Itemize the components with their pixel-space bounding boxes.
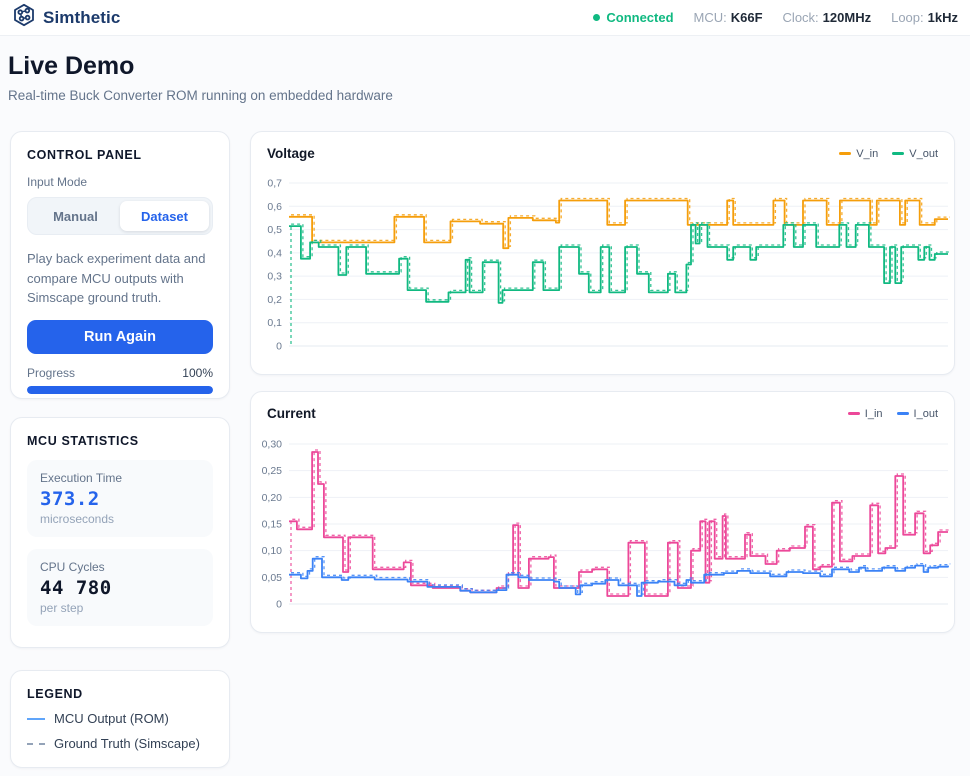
connection-status: Connected — [593, 10, 673, 25]
i-in-swatch-icon — [848, 412, 860, 415]
brand-name: Simthetic — [43, 8, 120, 28]
svg-text:0,5: 0,5 — [267, 224, 282, 236]
svg-text:0,4: 0,4 — [267, 247, 282, 259]
svg-text:0,7: 0,7 — [267, 178, 282, 190]
legend-i-in: I_in — [848, 408, 883, 420]
legend-item-mcu-output: MCU Output (ROM) — [27, 711, 213, 726]
progress-row: Progress 100% — [27, 366, 213, 380]
progress-bar-fill — [27, 386, 213, 394]
current-chart-legend: I_in I_out — [848, 408, 938, 420]
voltage-chart-header: Voltage V_in V_out — [251, 132, 954, 161]
current-chart-plot: 0 0,05 0,10 0,15 0,20 0,25 0,30 — [251, 430, 954, 628]
v-out-swatch-icon — [892, 152, 904, 155]
page-title: Live Demo — [8, 52, 134, 81]
cpu-cycles-value: 44 780 — [40, 577, 200, 599]
brand-logo-icon — [12, 3, 36, 32]
input-mode-label: Input Mode — [27, 175, 213, 189]
legend-heading: LEGEND — [27, 687, 213, 701]
current-chart-card: Current I_in I_out 0 0,05 0,10 0,15 0,20 0,25… — [250, 391, 955, 633]
app-header: Simthetic Connected MCU: K66F Clock: 120… — [0, 0, 970, 36]
dashed-line-swatch-icon — [27, 743, 45, 745]
voltage-chart-card: Voltage V_in V_out 0 0,1 0,2 0,3 0,4 0,5 0,6 0,… — [250, 131, 955, 375]
legend-item-ground-truth: Ground Truth (Simscape) — [27, 736, 213, 751]
app-root: Simthetic Connected MCU: K66F Clock: 120… — [0, 0, 970, 776]
execution-time-value: 373.2 — [40, 488, 200, 510]
voltage-chart-plot: 0 0,1 0,2 0,3 0,4 0,5 0,6 0,7 — [251, 170, 954, 370]
execution-time-stat: Execution Time 373.2 microseconds — [27, 460, 213, 537]
legend-v-in: V_in — [839, 148, 878, 160]
svg-text:0,3: 0,3 — [267, 271, 282, 283]
current-chart-title: Current — [267, 406, 316, 421]
legend-card: LEGEND MCU Output (ROM) Ground Truth (Si… — [10, 670, 230, 768]
i-out-swatch-icon — [897, 412, 909, 415]
run-again-button[interactable]: Run Again — [27, 320, 213, 354]
current-chart-header: Current I_in I_out — [251, 392, 954, 421]
solid-line-swatch-icon — [27, 718, 45, 720]
cpu-cycles-stat: CPU Cycles 44 780 per step — [27, 549, 213, 626]
control-panel-heading: CONTROL PANEL — [27, 148, 213, 162]
svg-text:0,20: 0,20 — [262, 492, 283, 504]
svg-text:0: 0 — [276, 341, 282, 353]
legend-i-out: I_out — [897, 408, 938, 420]
connection-dot-icon — [593, 14, 600, 21]
metric-loop: Loop: 1kHz — [891, 10, 958, 25]
connection-label: Connected — [606, 10, 673, 25]
svg-text:0,1: 0,1 — [267, 317, 282, 329]
metric-mcu: MCU: K66F — [694, 10, 763, 25]
svg-text:0: 0 — [276, 599, 282, 611]
svg-text:0,05: 0,05 — [262, 572, 283, 584]
svg-text:0,10: 0,10 — [262, 545, 283, 557]
svg-text:0,2: 0,2 — [267, 294, 282, 306]
progress-bar — [27, 386, 213, 394]
voltage-chart-title: Voltage — [267, 146, 315, 161]
page-subtitle: Real-time Buck Converter ROM running on … — [8, 88, 393, 103]
progress-value: 100% — [182, 366, 213, 380]
mcu-statistics-card: MCU STATISTICS Execution Time 373.2 micr… — [10, 417, 230, 648]
v-in-swatch-icon — [839, 152, 851, 155]
svg-text:0,30: 0,30 — [262, 439, 283, 451]
control-panel-description: Play back experiment data and compare MC… — [27, 249, 213, 308]
control-panel-card: CONTROL PANEL Input Mode Manual Dataset … — [10, 131, 230, 399]
mode-manual-button[interactable]: Manual — [31, 201, 120, 231]
voltage-chart-legend: V_in V_out — [839, 148, 938, 160]
input-mode-toggle: Manual Dataset — [27, 197, 213, 235]
legend-v-out: V_out — [892, 148, 938, 160]
metric-clock: Clock: 120MHz — [783, 10, 872, 25]
svg-text:0,15: 0,15 — [262, 519, 283, 531]
progress-label: Progress — [27, 366, 75, 380]
header-status-bar: Connected MCU: K66F Clock: 120MHz Loop: … — [593, 10, 958, 25]
svg-text:0,25: 0,25 — [262, 465, 283, 477]
mode-dataset-button[interactable]: Dataset — [120, 201, 209, 231]
brand: Simthetic — [12, 3, 120, 32]
svg-text:0,6: 0,6 — [267, 201, 282, 213]
mcu-statistics-heading: MCU STATISTICS — [27, 434, 213, 448]
